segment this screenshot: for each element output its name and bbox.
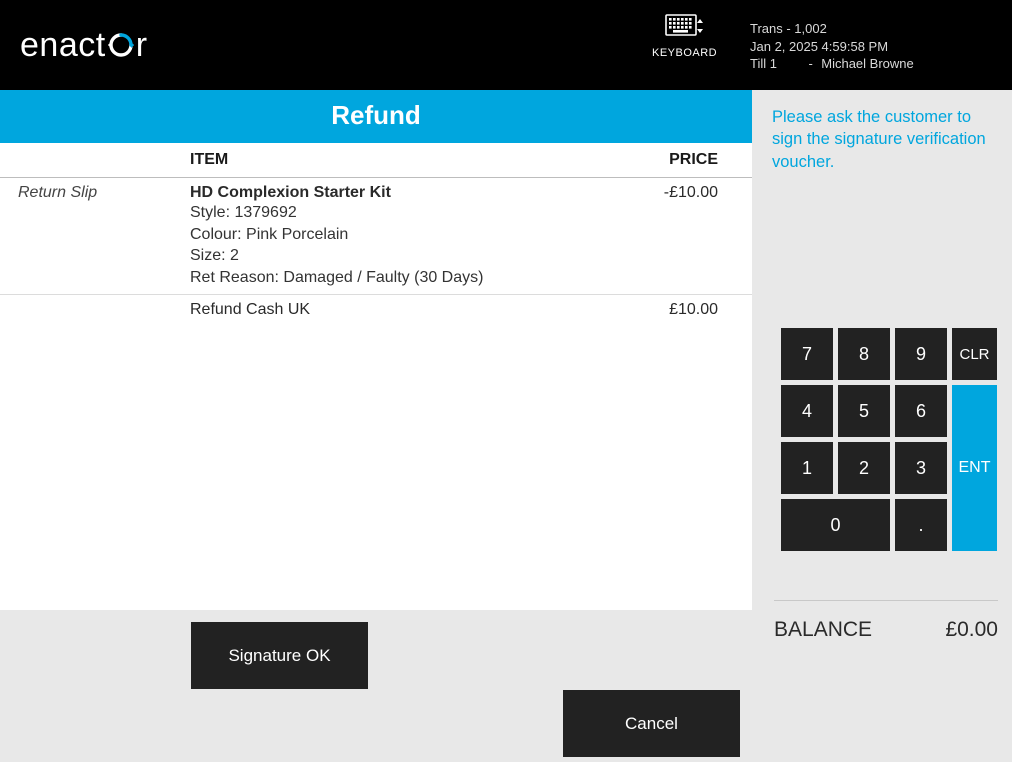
brand-logo: enact r	[20, 26, 148, 65]
right-panel: Please ask the customer to sign the sign…	[752, 90, 1012, 762]
item-return-reason: Ret Reason: Damaged / Faulty (30 Days)	[190, 267, 640, 289]
keypad-3[interactable]: 3	[895, 442, 947, 494]
balance-row: BALANCE £0.00	[774, 618, 998, 642]
transaction-datetime: Jan 2, 2025 4:59:58 PM	[750, 38, 914, 56]
keypad-decimal[interactable]: .	[895, 499, 947, 551]
operator-prompt: Please ask the customer to sign the sign…	[772, 106, 998, 173]
logo-ring-icon	[108, 32, 134, 58]
action-bar: Signature OK Cancel	[0, 610, 752, 762]
keypad-2[interactable]: 2	[838, 442, 890, 494]
return-slip-label: Return Slip	[12, 184, 190, 288]
keypad-4[interactable]: 4	[781, 385, 833, 437]
topbar: enact r KEYB	[0, 0, 1012, 90]
signature-ok-button[interactable]: Signature OK	[191, 622, 368, 689]
tender-label: Refund Cash UK	[190, 301, 640, 319]
till-sep: -	[804, 55, 818, 73]
page-title: Refund	[0, 90, 752, 143]
receipt-whitespace	[0, 325, 752, 610]
till-label: Till 1	[750, 55, 800, 73]
item-size: Size: 2	[190, 245, 640, 267]
keypad-8[interactable]: 8	[838, 328, 890, 380]
keypad-0[interactable]: 0	[781, 499, 890, 551]
keypad-9[interactable]: 9	[895, 328, 947, 380]
keypad-7[interactable]: 7	[781, 328, 833, 380]
keyboard-button[interactable]: KEYBOARD	[652, 12, 717, 59]
cancel-button[interactable]: Cancel	[563, 690, 740, 757]
transaction-number: Trans - 1,002	[750, 20, 914, 38]
balance-value: £0.00	[945, 618, 998, 642]
receipt-table: ITEM PRICE Return Slip HD Complexion Sta…	[0, 143, 752, 325]
keypad-enter[interactable]: ENT	[952, 385, 997, 551]
divider	[774, 600, 998, 601]
balance-label: BALANCE	[774, 618, 872, 642]
session-info: Trans - 1,002 Jan 2, 2025 4:59:58 PM Til…	[750, 20, 914, 73]
operator-name: Michael Browne	[821, 55, 914, 73]
tender-row: Refund Cash UK £10.00	[0, 295, 752, 325]
keyboard-icon	[665, 12, 705, 43]
item-style: Style: 1379692	[190, 202, 640, 224]
table-row: Return Slip HD Complexion Starter Kit St…	[0, 178, 752, 295]
keypad-5[interactable]: 5	[838, 385, 890, 437]
keypad-1[interactable]: 1	[781, 442, 833, 494]
item-price: -£10.00	[640, 184, 740, 288]
item-colour: Colour: Pink Porcelain	[190, 224, 640, 246]
keyboard-label: KEYBOARD	[652, 47, 717, 59]
numeric-keypad: 7 8 9 CLR 4 5 6 ENT 1 2 3 0 .	[781, 328, 997, 551]
tender-amount: £10.00	[640, 301, 740, 319]
keypad-clear[interactable]: CLR	[952, 328, 997, 380]
keypad-6[interactable]: 6	[895, 385, 947, 437]
column-item: ITEM	[190, 151, 640, 169]
column-price: PRICE	[640, 151, 740, 169]
left-panel: Refund ITEM PRICE Return Slip HD Complex…	[0, 90, 752, 762]
item-name: HD Complexion Starter Kit	[190, 184, 640, 202]
